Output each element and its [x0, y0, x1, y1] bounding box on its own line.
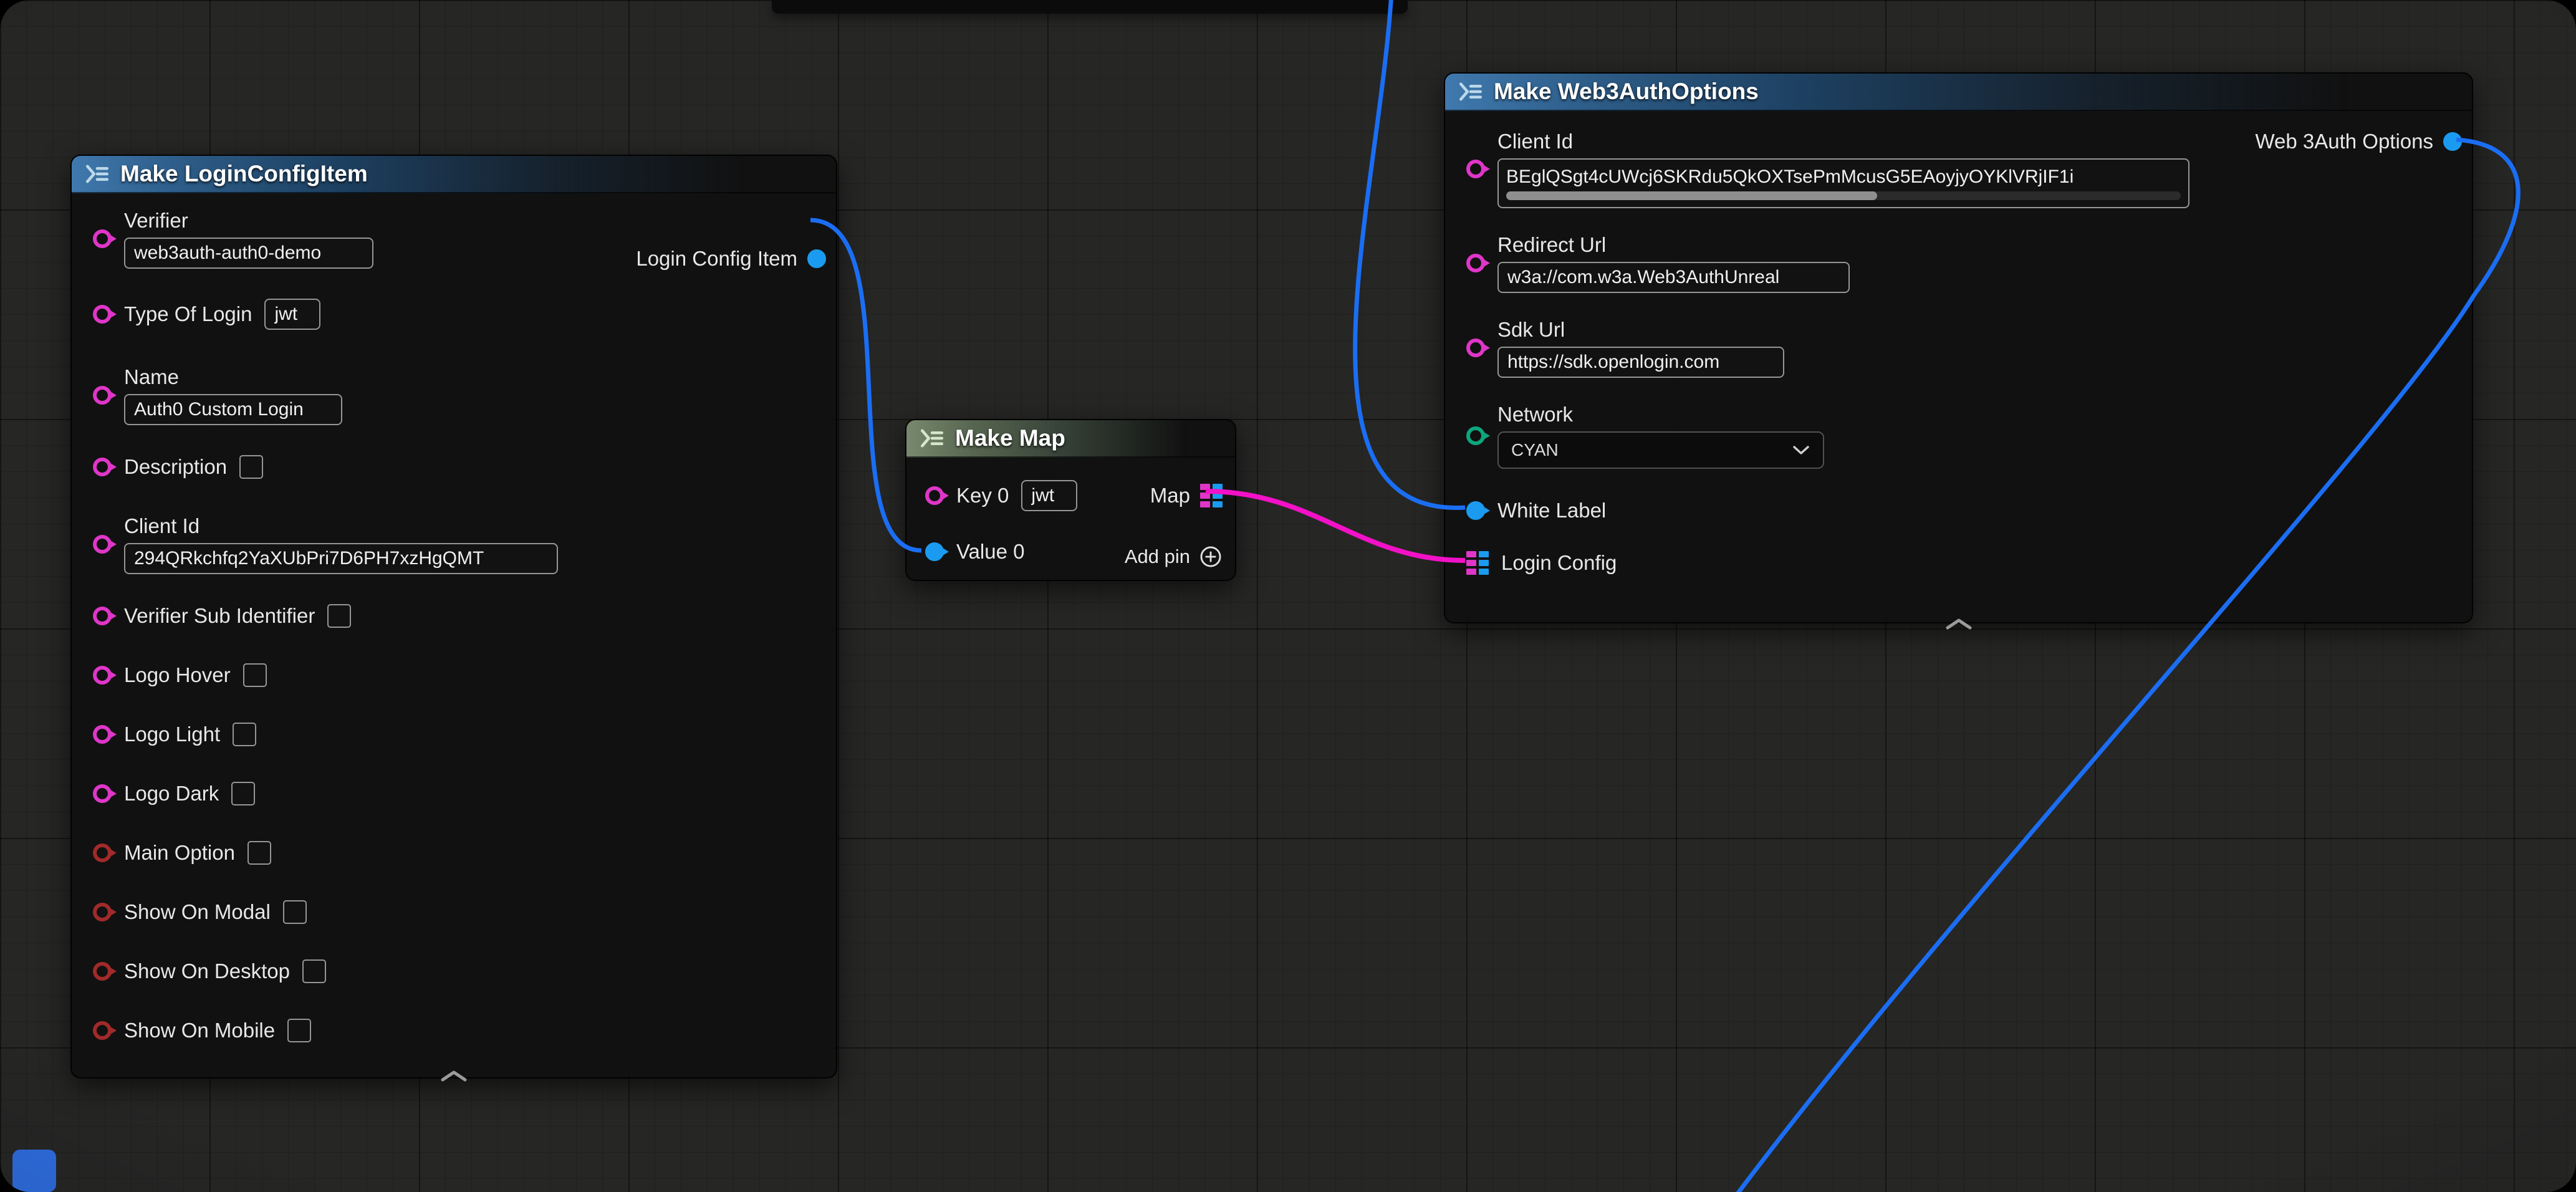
- pin-login-config[interactable]: [1466, 551, 1489, 575]
- pin-row: Login Config: [1466, 551, 2459, 575]
- node-header[interactable]: Make Map: [906, 420, 1235, 458]
- pin-row: Logo Hover: [93, 663, 824, 687]
- node-header[interactable]: Make LoginConfigItem: [72, 156, 836, 193]
- show-on-modal-checkbox[interactable]: [283, 900, 307, 924]
- pin-name[interactable]: [93, 386, 112, 405]
- chevron-down-icon: [1792, 445, 1810, 456]
- client-id-input[interactable]: BEglQSgt4cUWcj6SKRdu5QkOXTsePmMcusG5EAoy…: [1497, 158, 2189, 208]
- pin-type-of-login[interactable]: [93, 305, 112, 324]
- output-row: Map: [1150, 484, 1223, 507]
- pin-label: Verifier: [124, 209, 373, 233]
- node-make-web3authoptions[interactable]: Make Web3AuthOptions Web 3Auth Options C…: [1444, 72, 2473, 623]
- pin-redirect-url[interactable]: [1466, 254, 1485, 272]
- pin-show-on-modal[interactable]: [93, 903, 112, 921]
- redirect-url-input[interactable]: w3a://com.w3a.Web3AuthUnreal: [1497, 262, 1850, 293]
- show-on-mobile-checkbox[interactable]: [287, 1019, 311, 1042]
- make-map-icon: [919, 425, 945, 451]
- node-title: Make Map: [955, 425, 1065, 451]
- wire-map-to-loginconfig[interactable]: [1206, 491, 1465, 560]
- pin-row: Verifier Sub Identifier: [93, 604, 824, 628]
- pin-row: White Label: [1466, 499, 2459, 522]
- pin-key-0[interactable]: [925, 486, 944, 505]
- pin-network[interactable]: [1466, 426, 1485, 445]
- output-pin-web3auth-options[interactable]: [2443, 132, 2462, 151]
- pin-sdk-url[interactable]: [1466, 339, 1485, 357]
- output-row: Login Config Item: [636, 247, 826, 271]
- pin-row: Show On Desktop: [93, 959, 824, 983]
- make-struct-icon: [1458, 79, 1484, 105]
- node-make-loginconfigitem[interactable]: Make LoginConfigItem Login Config Item V…: [70, 155, 837, 1079]
- node-title: Make LoginConfigItem: [120, 161, 368, 187]
- output-pin-label: Login Config Item: [636, 247, 797, 271]
- pin-row: Show On Modal: [93, 900, 824, 924]
- blueprint-editor: Make LoginConfigItem Login Config Item V…: [0, 0, 2576, 1192]
- pin-row: Client Id 294QRkchfq2YaXUbPri7D6PH7xzHgQ…: [93, 514, 824, 574]
- verifier-input[interactable]: web3auth-auth0-demo: [124, 238, 373, 269]
- pin-row: Redirect Url w3a://com.w3a.Web3AuthUnrea…: [1466, 233, 2459, 293]
- horizontal-scrollbar[interactable]: [1506, 191, 2181, 200]
- offscreen-node-fragment-bottom-left[interactable]: [12, 1150, 56, 1192]
- pin-client-id[interactable]: [93, 535, 112, 554]
- pin-row: Name Auth0 Custom Login: [93, 365, 824, 425]
- pin-client-id[interactable]: [1466, 160, 1485, 178]
- pin-white-label[interactable]: [1466, 501, 1485, 520]
- offscreen-node-fragment-top[interactable]: [772, 0, 1408, 14]
- pin-description[interactable]: [93, 458, 112, 476]
- node-header[interactable]: Make Web3AuthOptions: [1445, 74, 2472, 111]
- pin-row: Logo Light: [93, 723, 824, 746]
- node-title: Make Web3AuthOptions: [1494, 79, 1759, 105]
- logo-dark-input[interactable]: [231, 782, 255, 805]
- logo-light-input[interactable]: [233, 723, 256, 746]
- pin-show-on-mobile[interactable]: [93, 1021, 112, 1040]
- pin-row: Main Option: [93, 841, 824, 865]
- network-dropdown[interactable]: CYAN: [1497, 431, 1824, 469]
- pin-verifier-sub-identifier[interactable]: [93, 607, 112, 625]
- pin-logo-dark[interactable]: [93, 784, 112, 803]
- scrollbar-thumb[interactable]: [1506, 191, 1877, 200]
- chevron-up-icon: [440, 1070, 468, 1082]
- description-input[interactable]: [239, 455, 263, 479]
- name-input[interactable]: Auth0 Custom Login: [124, 394, 342, 425]
- pin-value-0[interactable]: [925, 542, 944, 561]
- type-of-login-input[interactable]: jwt: [264, 299, 320, 330]
- pin-row: Description: [93, 455, 824, 479]
- sdk-url-input[interactable]: https://sdk.openlogin.com: [1497, 347, 1784, 378]
- client-id-input[interactable]: 294QRkchfq2YaXUbPri7D6PH7xzHgQMT: [124, 543, 558, 574]
- verifier-sub-identifier-input[interactable]: [327, 604, 351, 628]
- output-row: Web 3Auth Options: [2255, 130, 2462, 153]
- chevron-up-icon: [1945, 618, 1973, 630]
- plus-circle-icon: [1199, 545, 1223, 569]
- show-on-desktop-checkbox[interactable]: [302, 959, 326, 983]
- pin-row: Network CYAN: [1466, 403, 2459, 469]
- pin-logo-light[interactable]: [93, 725, 112, 744]
- make-struct-icon: [84, 161, 110, 187]
- pin-row: Logo Dark: [93, 782, 824, 805]
- pin-row: Show On Mobile: [93, 1019, 824, 1042]
- key-0-input[interactable]: jwt: [1021, 480, 1077, 511]
- graph-canvas[interactable]: Make LoginConfigItem Login Config Item V…: [0, 0, 2576, 1192]
- output-pin-login-config-item[interactable]: [807, 249, 826, 268]
- node-make-map[interactable]: Make Map Key 0 jwt Value 0 Map Add pin: [905, 419, 1236, 581]
- collapse-node-button[interactable]: [1945, 618, 1973, 633]
- add-pin-button[interactable]: Add pin: [1125, 545, 1223, 569]
- logo-hover-input[interactable]: [243, 663, 267, 687]
- collapse-node-button[interactable]: [440, 1070, 468, 1085]
- pin-logo-hover[interactable]: [93, 666, 112, 685]
- pin-verifier[interactable]: [93, 229, 112, 248]
- pin-main-option[interactable]: [93, 844, 112, 862]
- pin-show-on-desktop[interactable]: [93, 962, 112, 981]
- main-option-checkbox[interactable]: [248, 841, 271, 865]
- pin-row: Type Of Login jwt: [93, 299, 824, 330]
- pin-row: Sdk Url https://sdk.openlogin.com: [1466, 318, 2459, 378]
- output-pin-label: Web 3Auth Options: [2255, 130, 2433, 153]
- output-pin-map[interactable]: [1200, 484, 1223, 507]
